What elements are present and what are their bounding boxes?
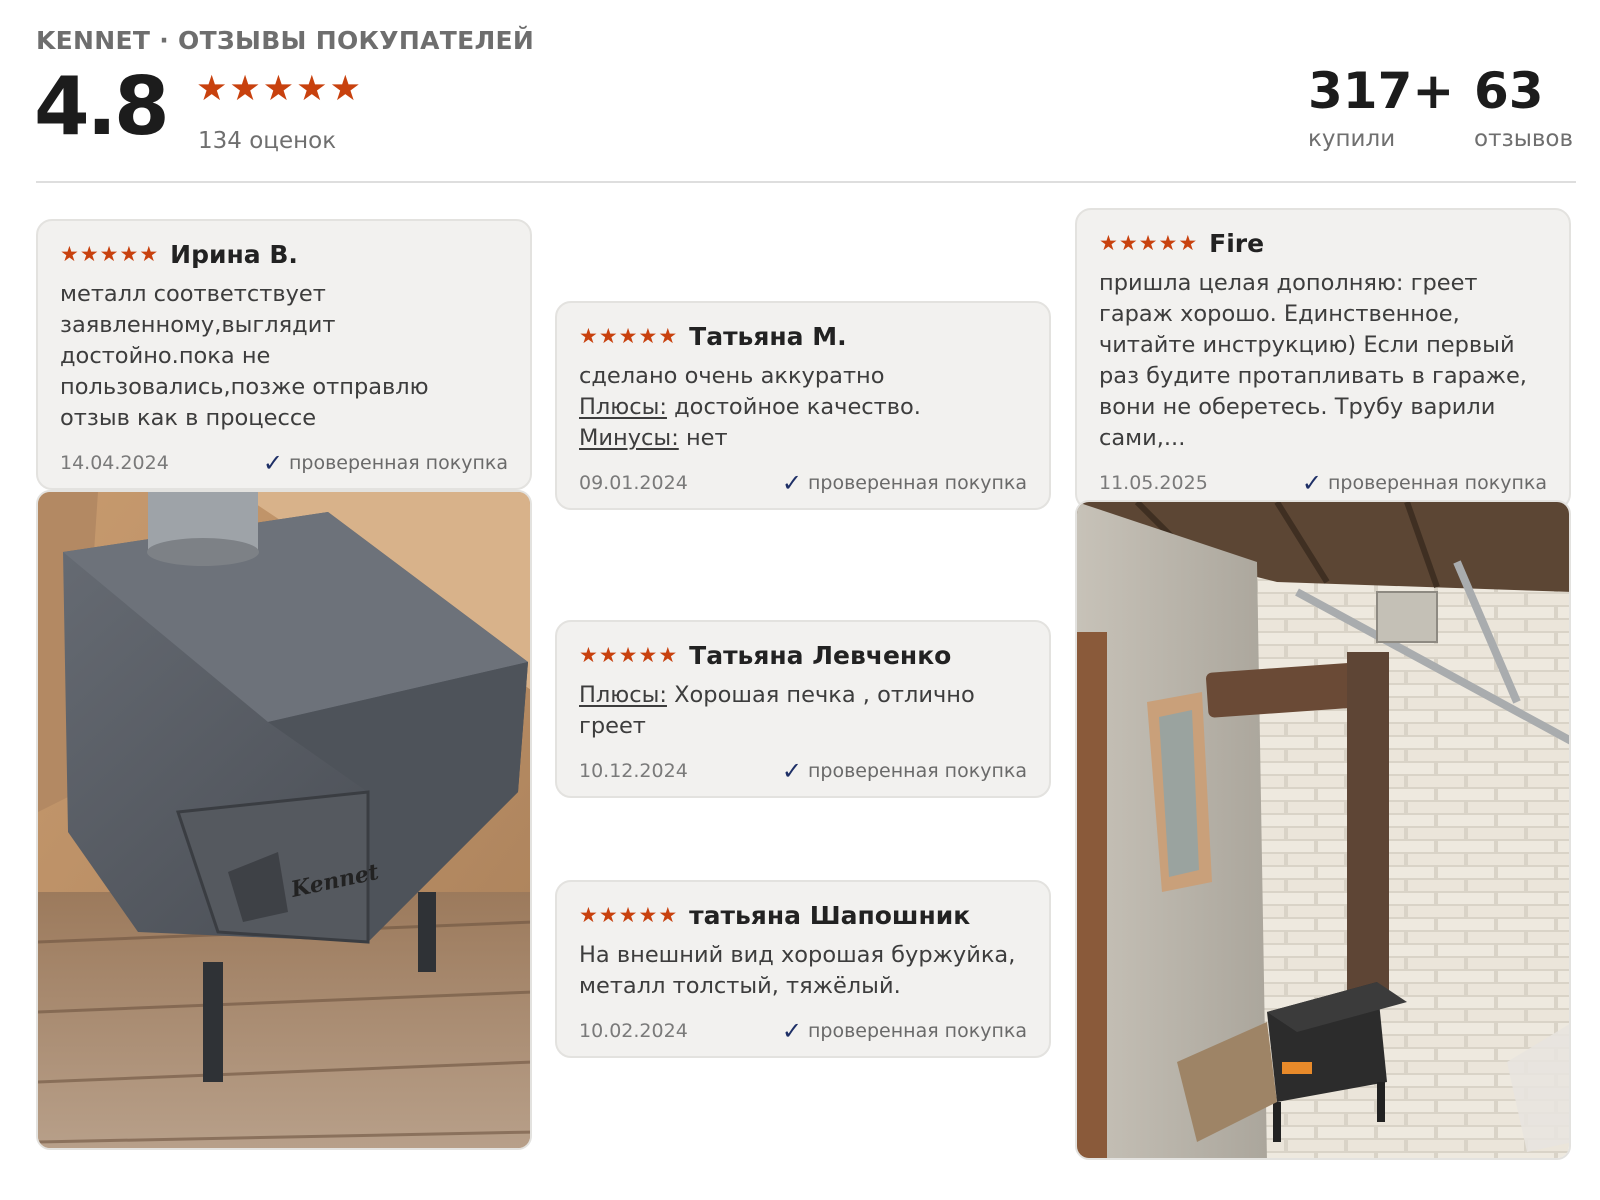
star-icon: ★ [1178,231,1198,255]
garage-photo [1077,502,1569,1158]
star-icon: ★ [79,242,99,266]
bought-label: купили [1308,126,1396,152]
verified-badge: ✓ проверенная покупка [262,449,508,477]
checkmark-icon: ✓ [781,757,802,785]
brand-title: KENNET · ОТЗЫВЫ ПОКУПАТЕЛЕЙ [36,26,535,55]
verified-badge: ✓ проверенная покупка [1301,469,1547,497]
review-date: 10.12.2024 [579,760,688,782]
review-date: 09.01.2024 [579,472,688,494]
verified-label: проверенная покупка [288,452,508,474]
review-stars: ★ ★ ★ ★ ★ [579,325,677,347]
star-icon: ★ [579,903,598,927]
star-icon: ★ [1158,231,1178,255]
star-icon: ★ [638,643,658,667]
verified-badge: ✓ проверенная покупка [781,1017,1027,1045]
verified-label: проверенная покупка [807,1020,1027,1042]
review-cons: Минусы: нет [579,423,1027,454]
pros-text: достойное качество. [674,394,921,420]
rating-stars: ★ ★ ★ ★ ★ [196,70,361,108]
review-photo[interactable]: Kennet [36,490,532,1150]
verified-label: проверенная покупка [807,472,1027,494]
review-date: 11.05.2025 [1099,472,1208,494]
stat-bought: 317+ купили [1308,60,1454,152]
star-icon: ★ [598,903,618,927]
stove-photo: Kennet [38,492,530,1148]
star-icon: ★ [579,324,598,348]
review-date: 14.04.2024 [60,452,169,474]
star-icon: ★ [638,903,658,927]
checkmark-icon: ✓ [781,469,802,497]
star-icon: ★ [119,242,139,266]
checkmark-icon: ✓ [1301,469,1322,497]
review-stars: ★ ★ ★ ★ ★ [1099,232,1197,254]
verified-badge: ✓ проверенная покупка [781,757,1027,785]
verified-label: проверенная покупка [807,760,1027,782]
star-icon: ★ [60,242,79,266]
review-text: сделано очень аккуратно [579,363,885,389]
average-rating: 4.8 [34,60,170,153]
review-stars: ★ ★ ★ ★ ★ [579,904,677,926]
star-icon: ★ [99,242,119,266]
review-author: татьяна Шапошник [689,900,971,930]
star-icon: ★ [296,69,328,109]
review-author: Fire [1209,228,1265,258]
review-stars: ★ ★ ★ ★ ★ [60,243,158,265]
review-author: Татьяна Левченко [689,640,952,670]
review-card[interactable]: ★ ★ ★ ★ ★ Fire пришла целая дополняю: греет … [1075,208,1571,510]
review-body: сделано очень аккуратно Плюсы: достойное… [579,361,1027,454]
star-icon: ★ [1118,231,1138,255]
star-icon: ★ [329,69,361,109]
verified-label: проверенная покупка [1327,472,1547,494]
checkmark-icon: ✓ [262,449,283,477]
star-icon: ★ [229,69,261,109]
star-icon: ★ [638,324,658,348]
review-pros: Плюсы: Хорошая печка , отлично греет [579,680,1027,742]
star-icon: ★ [1099,231,1118,255]
star-icon: ★ [1138,231,1158,255]
review-stars: ★ ★ ★ ★ ★ [579,644,677,666]
review-text: пришла целая дополняю: греет гараж хорош… [1099,270,1527,451]
star-icon: ★ [139,242,159,266]
review-text: На внешний вид хорошая буржуйка, металл … [579,942,1016,999]
star-icon: ★ [262,69,295,109]
stat-reviews: 63 отзывов [1474,60,1573,152]
verified-badge: ✓ проверенная покупка [781,469,1027,497]
star-icon: ★ [658,643,678,667]
review-author: Татьяна М. [689,321,847,351]
star-icon: ★ [658,903,678,927]
star-icon: ★ [196,69,228,109]
pros-label: Плюсы: [579,394,667,420]
reviews-label: отзывов [1474,126,1574,152]
bought-value: 317+ [1308,62,1455,120]
review-date: 10.02.2024 [579,1020,688,1042]
header-divider [36,181,1576,183]
review-pros: Плюсы: достойное качество. [579,392,1027,423]
review-card[interactable]: ★ ★ ★ ★ ★ татьяна Шапошник На внешний вид хо… [555,880,1051,1058]
star-icon: ★ [618,903,638,927]
review-photo[interactable] [1075,500,1571,1160]
star-icon: ★ [579,643,598,667]
review-card[interactable]: ★ ★ ★ ★ ★ Татьяна Левченко Плюсы: Хорошая пе… [555,620,1051,798]
reviews-value: 63 [1474,62,1544,120]
review-text: металл соответствует заявленному,выгляди… [60,281,429,431]
star-icon: ★ [618,643,638,667]
cons-label: Минусы: [579,425,679,451]
cons-text: нет [685,425,728,451]
checkmark-icon: ✓ [781,1017,802,1045]
ratings-count: 134 оценок [198,128,337,154]
star-icon: ★ [658,324,678,348]
review-card[interactable]: ★ ★ ★ ★ ★ Татьяна М. сделано очень аккуратно… [555,301,1051,510]
pros-label: Плюсы: [579,682,667,708]
star-icon: ★ [618,324,638,348]
review-author: Ирина В. [170,239,298,269]
star-icon: ★ [598,324,618,348]
star-icon: ★ [598,643,618,667]
review-card[interactable]: ★ ★ ★ ★ ★ Ирина В. металл соответствует заяв… [36,219,532,490]
